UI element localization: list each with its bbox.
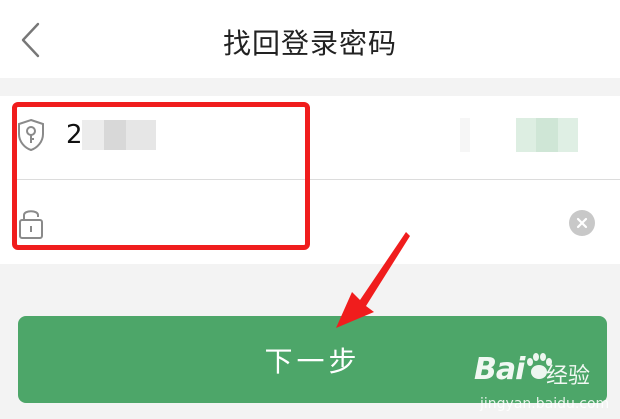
masked-text — [460, 118, 470, 152]
header-bar: 找回登录密码 — [0, 0, 620, 78]
masked-action-button[interactable] — [460, 114, 600, 162]
clear-circle-icon — [576, 217, 588, 229]
watermark-url: jingyan.baidu.com — [480, 396, 610, 412]
baidu-jingyan-watermark: Bai 经验 jingyan.baidu.com — [474, 350, 618, 416]
page-title: 找回登录密码 — [222, 27, 397, 60]
watermark-logo: Bai — [474, 352, 525, 387]
screen: 找回登录密码 2 下一步 Bai 经验 jingyan.baidu.com — [0, 0, 620, 419]
watermark-text: 经验 — [546, 364, 591, 389]
annotation-arrow-icon — [336, 232, 410, 328]
annotation-highlight-box — [12, 102, 310, 250]
clear-password-button[interactable] — [569, 210, 595, 236]
masked-text — [516, 118, 536, 152]
masked-text — [536, 118, 558, 152]
masked-text — [558, 118, 578, 152]
